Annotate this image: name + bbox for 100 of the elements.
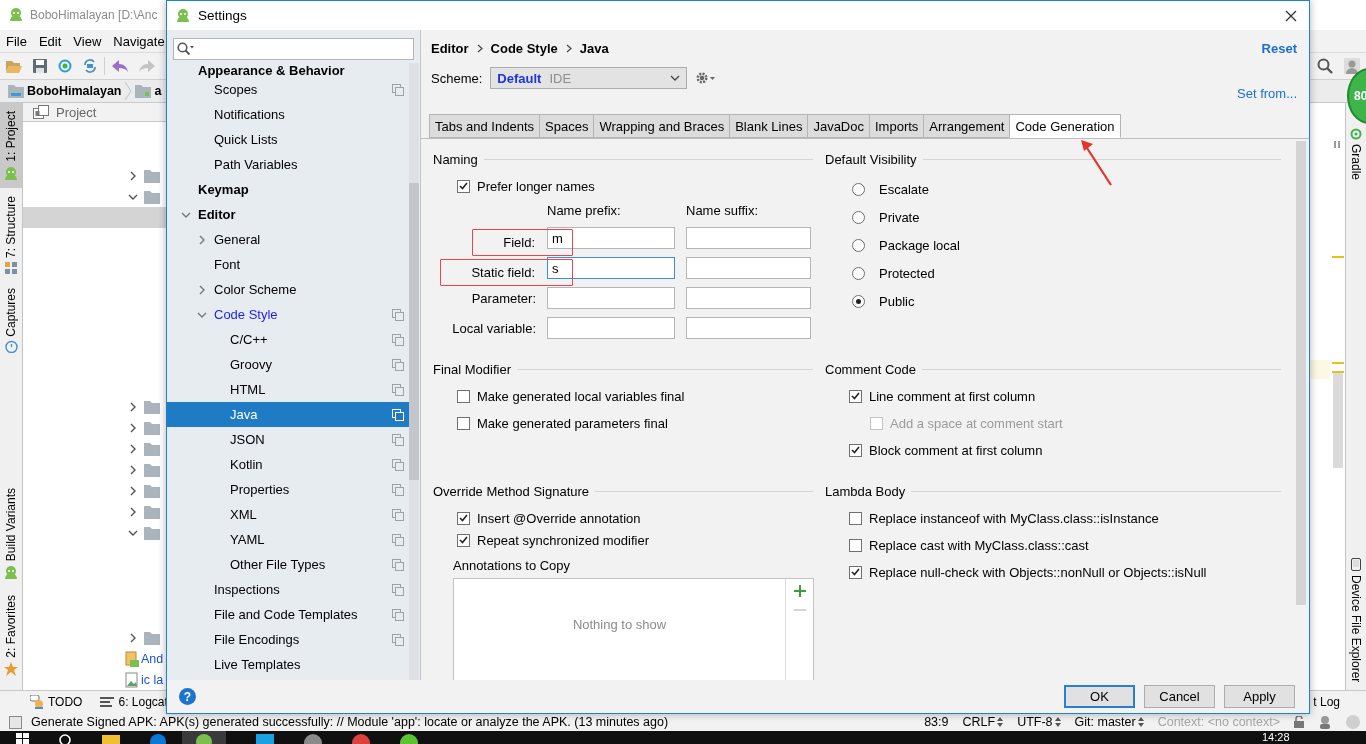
- search-icon[interactable]: [1317, 58, 1333, 74]
- tree-item[interactable]: YAML: [167, 527, 409, 552]
- radio-button[interactable]: [852, 238, 865, 252]
- tool-window-tab[interactable]: Captures: [0, 279, 22, 360]
- input-field[interactable]: [547, 317, 675, 339]
- tool-window-tab[interactable]: 2: Favorites: [0, 587, 22, 682]
- app-icon[interactable]: [400, 733, 418, 744]
- input-field[interactable]: [686, 227, 811, 249]
- dialog-button[interactable]: OK: [1064, 685, 1135, 708]
- tree-row[interactable]: And: [23, 648, 166, 669]
- menu-item[interactable]: Navigate: [113, 33, 165, 49]
- radio-button[interactable]: [852, 294, 865, 308]
- app-icon[interactable]: [256, 733, 274, 744]
- checkbox[interactable]: [849, 538, 862, 552]
- open-folder-icon[interactable]: [6, 59, 22, 73]
- tool-window-tab[interactable]: 6: Logcat: [100, 695, 168, 709]
- tree-item[interactable]: Code Style: [167, 302, 409, 327]
- input-field[interactable]: s: [547, 257, 675, 279]
- scrollbar[interactable]: [409, 63, 419, 680]
- save-icon[interactable]: [33, 59, 47, 73]
- tool-window-tab[interactable]: t Log: [1313, 695, 1340, 709]
- radio-button[interactable]: [852, 266, 865, 280]
- app-icon[interactable]: [352, 733, 370, 744]
- scheme-dropdown[interactable]: Default IDE: [490, 67, 688, 89]
- input-field[interactable]: [686, 287, 811, 309]
- tree-item[interactable]: Appearance & Behavior: [167, 63, 409, 77]
- tab[interactable]: Arrangement: [923, 114, 1010, 138]
- tree-row[interactable]: ic la: [23, 669, 166, 690]
- tree-item[interactable]: General: [167, 227, 409, 252]
- input-field[interactable]: [686, 257, 811, 279]
- tree-item[interactable]: Java: [167, 402, 409, 427]
- tab[interactable]: Tabs and Indents: [429, 114, 540, 138]
- dialog-button[interactable]: Cancel: [1144, 685, 1215, 708]
- tree-item[interactable]: Inspections: [167, 577, 409, 602]
- tab[interactable]: Spaces: [539, 114, 594, 138]
- menu-item[interactable]: File: [6, 33, 27, 49]
- menu-item[interactable]: View: [73, 33, 102, 49]
- user-icon[interactable]: [1344, 58, 1360, 74]
- android-app-icon[interactable]: [196, 733, 212, 744]
- tree-item[interactable]: Kotlin: [167, 452, 409, 477]
- tree-item[interactable]: Editor: [167, 202, 409, 227]
- tool-window-tab[interactable]: TODO: [30, 695, 83, 709]
- tree-item[interactable]: Color Scheme: [167, 277, 409, 302]
- set-from-link[interactable]: Set from...: [1237, 86, 1297, 102]
- input-field[interactable]: [547, 287, 675, 309]
- refresh-icon[interactable]: [83, 59, 97, 73]
- checkbox[interactable]: [457, 511, 470, 525]
- menu-item[interactable]: Edit: [38, 33, 62, 49]
- inspector-icon[interactable]: [1318, 715, 1332, 729]
- tab[interactable]: Blank Lines: [729, 114, 808, 138]
- tree-item[interactable]: C/C++: [167, 327, 409, 352]
- input-field[interactable]: [686, 317, 811, 339]
- checkbox[interactable]: [457, 179, 470, 193]
- radio-button[interactable]: [852, 182, 865, 196]
- reset-link[interactable]: Reset: [1261, 40, 1297, 56]
- checkbox[interactable]: [849, 389, 862, 403]
- tool-window-tab[interactable]: Device File Explorer: [1349, 557, 1363, 682]
- tree-item[interactable]: Quick Lists: [167, 127, 409, 152]
- tool-window-tab[interactable]: 1: Project: [0, 103, 22, 188]
- tree-item[interactable]: HTML: [167, 377, 409, 402]
- checkbox[interactable]: [849, 511, 862, 525]
- tree-item[interactable]: Path Variables: [167, 152, 409, 177]
- file-name[interactable]: ic la: [141, 672, 164, 687]
- close-icon[interactable]: [1285, 9, 1297, 22]
- status-item[interactable]: Git: master: [1074, 715, 1144, 729]
- scrollbar-thumb[interactable]: [1333, 373, 1343, 468]
- search-field[interactable]: [173, 38, 414, 60]
- tab[interactable]: Imports: [869, 114, 924, 138]
- checkbox[interactable]: [849, 565, 862, 579]
- tree-item[interactable]: Notifications: [167, 102, 409, 127]
- tab[interactable]: Wrapping and Braces: [593, 114, 730, 138]
- file-name[interactable]: And: [141, 651, 164, 666]
- tool-window-tab[interactable]: 7: Structure: [0, 187, 22, 280]
- status-item[interactable]: UTF-8: [1017, 715, 1061, 729]
- tab[interactable]: Code Generation: [1009, 114, 1121, 138]
- tree-item[interactable]: Properties: [167, 477, 409, 502]
- tool-window-tab[interactable]: Build Variants: [0, 480, 22, 588]
- windows-icon[interactable]: [16, 733, 29, 744]
- breadcrumb-item[interactable]: BoboHimalayan: [27, 84, 122, 98]
- avatar-icon[interactable]: [304, 733, 322, 744]
- help-button[interactable]: ?: [179, 688, 196, 705]
- tree-item[interactable]: File Encodings: [167, 627, 409, 652]
- tree-item[interactable]: Font: [167, 252, 409, 277]
- tree-item[interactable]: Keymap: [167, 177, 409, 202]
- input-field[interactable]: m: [547, 227, 675, 249]
- annotations-list[interactable]: Nothing to show: [453, 578, 814, 680]
- sync-icon[interactable]: [58, 59, 72, 73]
- scrollbar[interactable]: [1296, 141, 1306, 605]
- checkbox[interactable]: [457, 389, 470, 403]
- checkbox[interactable]: [457, 416, 470, 430]
- tree-item[interactable]: XML: [167, 502, 409, 527]
- tree-item[interactable]: Scopes: [167, 77, 409, 102]
- tree-item[interactable]: Live Templates: [167, 652, 409, 677]
- status-item[interactable]: 83:9: [924, 715, 949, 729]
- breadcrumb-item[interactable]: a: [154, 84, 162, 98]
- add-icon[interactable]: [793, 585, 806, 597]
- app-icon[interactable]: [150, 733, 166, 744]
- undo-icon[interactable]: [112, 59, 128, 73]
- checkbox[interactable]: [849, 443, 862, 457]
- tool-window-tab[interactable]: Gradle: [1349, 128, 1363, 181]
